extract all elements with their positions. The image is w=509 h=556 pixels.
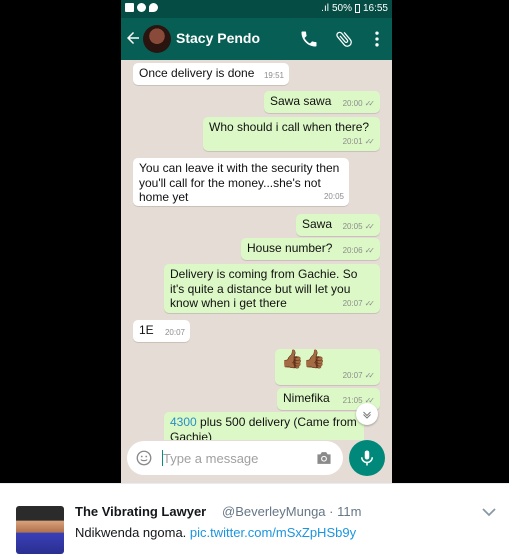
- phone-icon[interactable]: [299, 29, 319, 49]
- message-text: You can leave it with the security then …: [139, 161, 340, 204]
- double-check-icon: ✓✓: [364, 298, 376, 308]
- message-time: 20:07: [164, 327, 185, 337]
- message-out[interactable]: Sawa 20:05 ✓✓: [296, 214, 380, 236]
- message-meta: 20:01 ✓✓: [342, 135, 376, 150]
- message-meta: 20:07: [165, 326, 185, 341]
- message-out[interactable]: 👍🏾👍🏾 20:07 ✓✓: [275, 349, 380, 385]
- message-text: House number?: [247, 241, 333, 255]
- scroll-down-button[interactable]: [356, 403, 378, 425]
- message-text: plus 500 delivery (Came from Gachie): [170, 415, 357, 440]
- message-text: Delivery is coming from Gachie. So it's …: [170, 267, 358, 310]
- message-meta: 20:00 ✓✓: [342, 97, 376, 112]
- double-check-icon: ✓✓: [364, 245, 376, 255]
- message-out[interactable]: 4300 plus 500 delivery (Came from Gachie…: [164, 412, 364, 440]
- phone-screen: .ıl 50% 16:55 Stacy Pendo Once delivery …: [121, 0, 392, 483]
- message-number-link[interactable]: 4300: [170, 415, 197, 429]
- message-text: Sawa: [302, 217, 333, 231]
- message-input[interactable]: Type a message: [163, 451, 258, 466]
- author-handle-time[interactable]: @BeverleyMunga · 11m: [222, 504, 361, 519]
- message-text: Who should i call when there?: [209, 120, 370, 134]
- tweet-media-link[interactable]: pic.twitter.com/mSxZpHSb9y: [190, 525, 356, 540]
- contact-avatar[interactable]: [143, 25, 171, 53]
- message-time: 20:05: [342, 221, 363, 231]
- message-meta: 19:51: [264, 69, 284, 84]
- twitter-notification-icon: [149, 3, 158, 12]
- app-notification-icon: [137, 3, 146, 12]
- message-in[interactable]: You can leave it with the security then …: [133, 158, 349, 206]
- message-meta: 20:06 ✓✓: [342, 244, 376, 259]
- message-meta: 20:05 ✓✓: [342, 220, 376, 235]
- message-out[interactable]: Delivery is coming from Gachie. So it's …: [164, 264, 380, 313]
- contact-name[interactable]: Stacy Pendo: [176, 30, 260, 46]
- status-bar: .ıl 50% 16:55: [121, 0, 392, 18]
- scroll-down-icon: [363, 411, 371, 419]
- message-time: 20:05: [323, 191, 344, 201]
- message-time: 20:06: [342, 245, 363, 255]
- message-in[interactable]: 1E 20:07: [133, 320, 190, 342]
- camera-icon[interactable]: [315, 450, 333, 466]
- battery-icon: [354, 4, 360, 13]
- author-name[interactable]: The Vibrating Lawyer: [75, 504, 206, 519]
- message-text: Sawa sawa: [270, 94, 332, 108]
- message-out[interactable]: House number? 20:06 ✓✓: [241, 238, 380, 260]
- double-check-icon: ✓✓: [364, 98, 376, 108]
- message-meta: 20:07 ✓✓: [342, 369, 376, 384]
- chat-header: Stacy Pendo: [121, 18, 392, 60]
- message-text: Nimefika: [283, 391, 330, 405]
- message-time: 19:51: [263, 70, 284, 80]
- message-input-bar[interactable]: Type a message: [127, 441, 343, 475]
- chat-area[interactable]: Once delivery is done 19:51 Sawa sawa 20…: [121, 60, 392, 440]
- mic-button[interactable]: [349, 440, 385, 476]
- message-text: Once delivery is done: [139, 66, 255, 80]
- clock: 16:55: [362, 3, 388, 14]
- back-arrow-icon[interactable]: [124, 29, 142, 47]
- double-check-icon: ✓✓: [364, 370, 376, 380]
- gallery-notification-icon: [125, 3, 134, 12]
- screenshot-stage: .ıl 50% 16:55 Stacy Pendo Once delivery …: [0, 0, 509, 556]
- message-text: 1E: [139, 323, 154, 337]
- double-check-icon: ✓✓: [364, 221, 376, 231]
- author-avatar[interactable]: [16, 506, 64, 554]
- message-time: 20:00: [342, 98, 363, 108]
- status-right: .ıl 50% 16:55: [321, 3, 388, 14]
- message-meta: 20:07 ✓✓: [342, 297, 376, 312]
- tweet-card[interactable]: The Vibrating Lawyer @BeverleyMunga · 11…: [0, 483, 509, 556]
- message-out[interactable]: Sawa sawa 20:00 ✓✓: [264, 91, 380, 113]
- tweet-text: Ndikwenda ngoma. pic.twitter.com/mSxZpHS…: [75, 525, 356, 540]
- chevron-down-icon[interactable]: [481, 506, 497, 518]
- double-check-icon: ✓✓: [364, 136, 376, 146]
- attach-icon[interactable]: [334, 29, 354, 49]
- battery-percent: 50%: [331, 3, 352, 14]
- message-time: 20:01: [342, 136, 363, 146]
- more-vert-icon[interactable]: [367, 29, 387, 49]
- mic-icon: [361, 450, 373, 466]
- message-time: 20:07: [342, 298, 363, 308]
- message-time: 20:07: [342, 370, 363, 380]
- notification-icons: [125, 3, 158, 12]
- signal-icon: .ıl: [321, 3, 329, 14]
- message-in[interactable]: Once delivery is done 19:51: [133, 63, 289, 85]
- tweet-body: Ndikwenda ngoma.: [75, 525, 187, 540]
- emoji-message-text: 👍🏾👍🏾: [281, 349, 326, 369]
- message-meta: 20:05: [324, 190, 344, 205]
- emoji-icon[interactable]: [135, 449, 153, 467]
- message-out[interactable]: Who should i call when there? 20:01 ✓✓: [203, 117, 380, 151]
